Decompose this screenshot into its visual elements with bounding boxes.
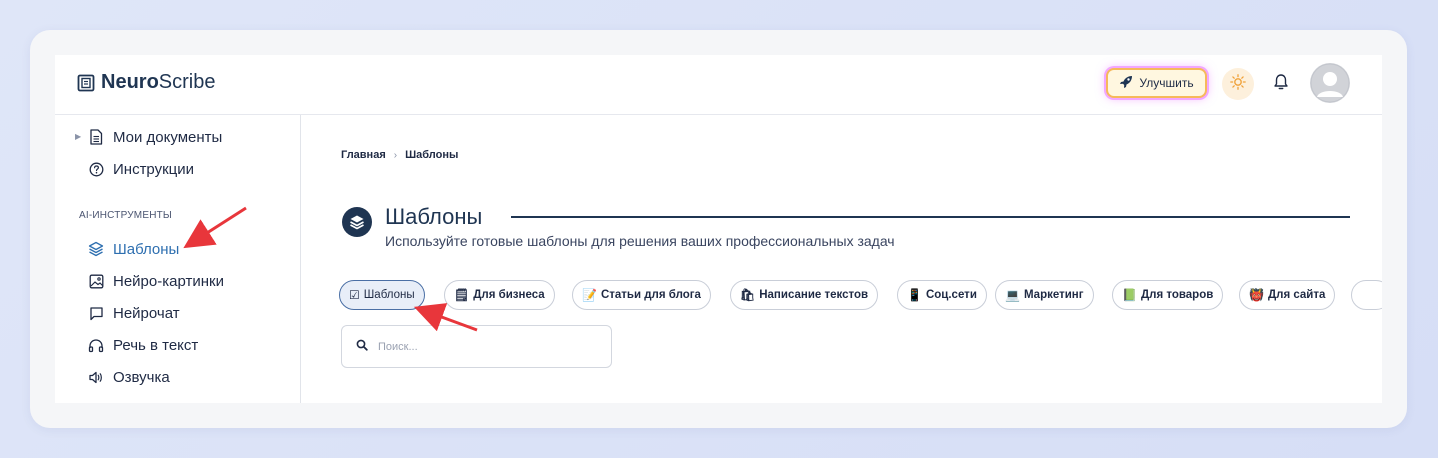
page-subtitle: Используйте готовые шаблоны для решения … [385,233,895,249]
sidebar-item-neuro-images[interactable]: Нейро-картинки [87,270,224,292]
breadcrumb-home[interactable]: Главная [341,149,386,161]
sidebar-item-label: Нейрочат [113,304,180,322]
upgrade-button[interactable]: Улучшить [1106,68,1207,98]
breadcrumb-current: Шаблоны [405,149,459,161]
speaker-icon [87,368,105,386]
shopping-bags-icon: 🛍 [740,288,756,302]
chip-marketing[interactable]: 💻 Маркетинг [995,280,1094,310]
help-circle-icon [87,160,105,178]
mobile-phone-icon: 📱 [907,288,922,302]
sidebar-item-speech-to-text[interactable]: Речь в текст [87,334,198,356]
chip-blog-articles[interactable]: 📝 Статьи для блога [572,280,711,310]
rocket-icon [1119,75,1133,92]
top-bar: NeuroScribe Улучшить [55,55,1382,115]
chip-label: Соц.сети [925,289,977,301]
chip-label: Шаблоны [363,289,415,301]
sidebar: ▶ Мои документы Инструкции AI-ИНСТРУМЕНТ… [55,115,301,403]
ogre-icon: 👹 [1249,288,1264,302]
sidebar-item-label: Нейро-картинки [113,272,224,290]
laptop-icon: 💻 [1005,288,1020,302]
sidebar-item-label: Шаблоны [113,240,180,258]
chat-icon [87,304,105,322]
search-box[interactable] [341,325,612,368]
image-icon [87,272,105,290]
sidebar-item-neurochat[interactable]: Нейрочат [87,302,180,324]
sidebar-item-voiceover[interactable]: Озвучка [87,366,170,388]
upgrade-label: Улучшить [1139,76,1194,90]
breadcrumb: Главная › Шаблоны [341,149,458,161]
book-icon: 📗 [1122,288,1137,302]
bell-icon [1272,73,1290,96]
chip-website[interactable]: 👹 Для сайта [1239,280,1336,310]
layers-badge-icon [342,207,372,237]
layers-icon [87,240,105,258]
chip-label: Для сайта [1267,289,1326,301]
notepad-icon: 🗒 [454,288,470,302]
chip-social-media[interactable]: 📱 Соц.сети [897,280,987,310]
sidebar-item-my-documents[interactable]: Мои документы [87,126,222,148]
breadcrumb-separator-icon: › [393,149,398,161]
sidebar-section-title: AI-ИНСТРУМЕНТЫ [79,210,172,221]
chip-label: Написание текстов [759,289,869,301]
theme-toggle-button[interactable] [1222,68,1254,100]
chip-label: Маркетинг [1023,289,1084,301]
logo-icon [77,74,95,92]
chip-label: Для товаров [1140,289,1214,301]
chip-label: Для бизнеса [473,289,545,301]
chip-copywriting[interactable]: 🛍 Написание текстов [730,280,879,310]
app-window: NeuroScribe Улучшить ▶ Мои документы Инс… [55,55,1382,403]
chip-templates[interactable]: ☑ Шаблоны [339,280,425,310]
sun-icon [1230,73,1246,95]
title-divider [511,216,1350,218]
logo[interactable]: NeuroScribe [77,71,216,94]
expand-caret-icon[interactable]: ▶ [75,132,81,141]
memo-icon: 📝 [582,288,597,302]
sidebar-item-label: Мои документы [113,128,223,146]
logo-text-bold: Neuro [101,71,159,93]
user-avatar[interactable] [1310,63,1350,103]
chip-label: Статьи для блога [600,289,701,301]
page-title: Шаблоны [385,204,483,229]
sidebar-item-label: Озвучка [113,368,170,386]
checkbox-icon: ☑ [349,288,360,302]
sidebar-item-templates[interactable]: Шаблоны [87,238,179,260]
chip-business[interactable]: 🗒 Для бизнеса [444,280,555,310]
search-icon [356,338,368,356]
sidebar-item-instructions[interactable]: Инструкции [87,158,194,180]
search-input[interactable] [378,340,578,353]
sidebar-item-label: Инструкции [113,160,195,178]
logo-text: Scribe [158,71,216,93]
sidebar-item-label: Речь в текст [113,336,199,354]
chip-more-partial[interactable] [1351,280,1382,310]
chip-products[interactable]: 📗 Для товаров [1112,280,1224,310]
notifications-button[interactable] [1269,72,1293,96]
headphones-icon [87,336,105,354]
document-icon [87,128,105,146]
